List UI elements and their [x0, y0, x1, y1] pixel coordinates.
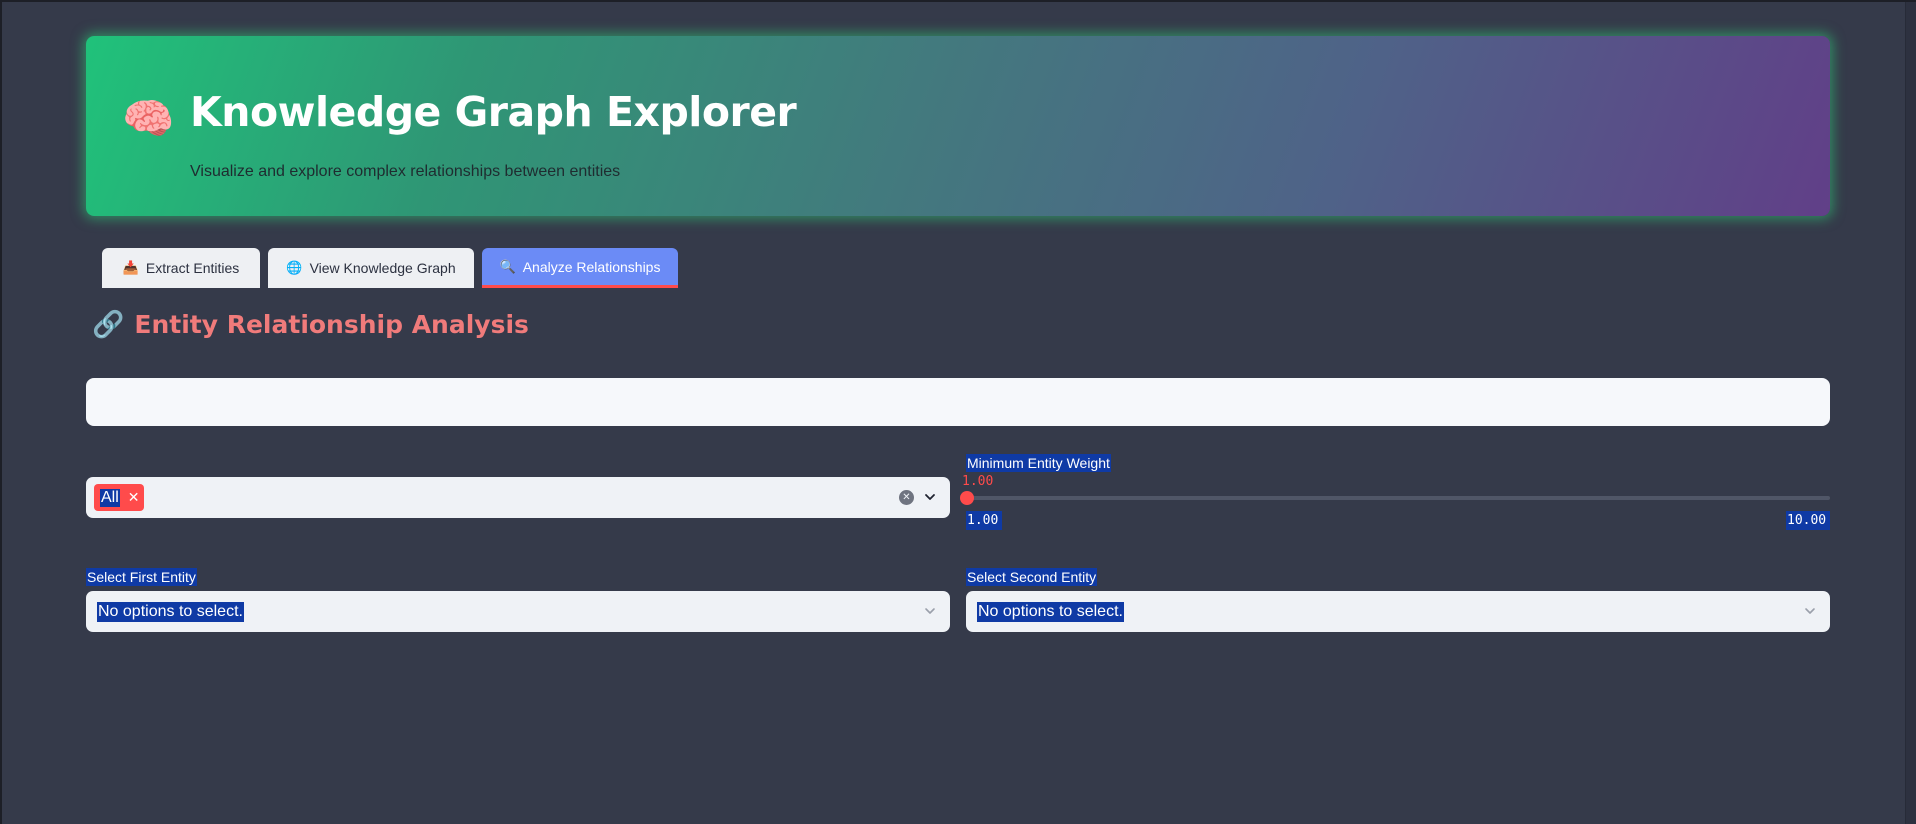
- second-entity-select[interactable]: No options to select.: [966, 591, 1830, 632]
- page-subtitle: Visualize and explore complex relationsh…: [190, 163, 621, 180]
- tab-view-knowledge-graph[interactable]: 🌐 View Knowledge Graph: [268, 248, 474, 288]
- app-root: 🧠 Knowledge Graph Explorer Visualize and…: [0, 0, 1916, 824]
- magnifier-icon: 🔍: [499, 258, 516, 274]
- second-entity-value: No options to select.: [977, 602, 1124, 622]
- header-banner: 🧠 Knowledge Graph Explorer Visualize and…: [86, 36, 1830, 216]
- globe-icon: 🌐: [286, 260, 303, 275]
- slider-min-label: 1.00: [966, 511, 1003, 530]
- chevron-down-icon: [925, 608, 935, 614]
- section-title: Entity Relationship Analysis: [134, 310, 529, 339]
- chip-label: All: [100, 488, 120, 507]
- chevron-down-icon[interactable]: [924, 491, 936, 503]
- tab-label: Extract Entities: [145, 260, 240, 276]
- section-heading: 🔗 Entity Relationship Analysis: [92, 310, 529, 339]
- first-entity-select[interactable]: No options to select.: [86, 591, 950, 632]
- remove-chip-icon[interactable]: ✕: [128, 490, 140, 506]
- first-entity-value: No options to select.: [97, 602, 244, 622]
- inbox-tray-icon: 📥: [122, 260, 139, 275]
- weight-slider-label: Minimum Entity Weight: [966, 454, 1111, 472]
- slider-max-label: 10.00: [1786, 511, 1831, 530]
- weight-slider-track[interactable]: [960, 491, 1830, 505]
- second-entity-label: Select Second Entity: [966, 568, 1098, 586]
- window-scrollbar[interactable]: [1905, 2, 1916, 824]
- tab-label: View Knowledge Graph: [309, 260, 456, 276]
- slider-current-value: 1.00: [962, 474, 994, 489]
- first-entity-label: Select First Entity: [86, 568, 197, 586]
- page-title: Knowledge Graph Explorer: [190, 88, 797, 136]
- chevron-down-icon: [1805, 608, 1815, 614]
- tab-analyze-relationships[interactable]: 🔍 Analyze Relationships: [482, 248, 678, 288]
- selected-chip: All ✕: [94, 484, 144, 511]
- slider-thumb[interactable]: [960, 491, 974, 505]
- link-icon: 🔗: [92, 309, 125, 340]
- brain-icon: 🧠: [122, 94, 175, 143]
- tab-label: Analyze Relationships: [522, 258, 661, 275]
- entity-type-multiselect[interactable]: All ✕ ✕: [86, 477, 950, 518]
- text-input-bar[interactable]: [86, 378, 1830, 426]
- clear-all-icon[interactable]: ✕: [899, 490, 914, 505]
- tab-extract-entities[interactable]: 📥 Extract Entities: [102, 248, 260, 288]
